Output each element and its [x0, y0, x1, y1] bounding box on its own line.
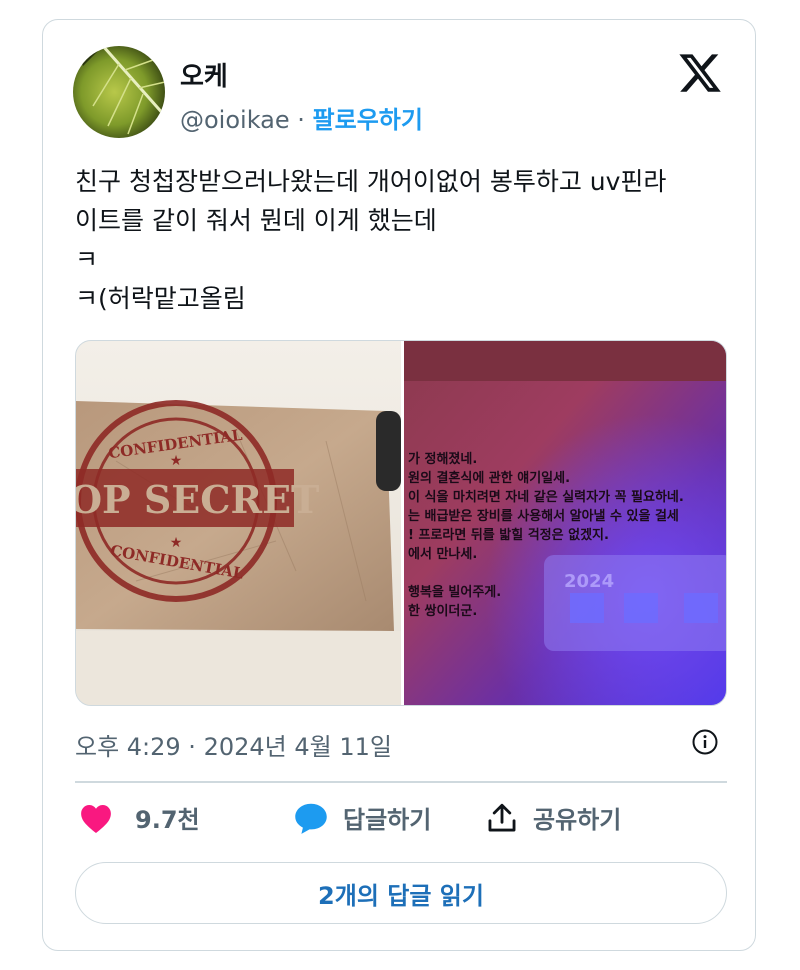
heart-icon [81, 804, 111, 833]
media-image-uv-letter[interactable]: 2024 가 정해졌네. 원의 결혼식에 관한 얘기일세. 이 식을 마치려면 … [404, 341, 726, 705]
speech-bubble-icon [295, 803, 327, 834]
uv-line-2: 원의 결혼식에 관한 얘기일세. [408, 470, 570, 486]
avatar[interactable] [73, 46, 165, 138]
share-button[interactable]: 공유하기 [485, 800, 621, 835]
tweet-timestamp[interactable]: 오후 4:29 · 2024년 4월 11일 [75, 727, 392, 762]
user-handle[interactable]: @oioikae [180, 106, 290, 134]
like-count: 9.7천 [135, 806, 200, 834]
uv-line-8: 행복을 빌어주게. [408, 584, 501, 600]
media-grid: TOP SECRET CONFIDENTIAL CONFIDENTIAL ★ ★ [75, 340, 727, 706]
reply-button[interactable]: 답글하기 [293, 800, 431, 835]
info-icon[interactable] [691, 728, 719, 756]
display-name[interactable]: 오케 [180, 56, 228, 93]
tweet-card: 오케 @oioikae · 팔로우하기 친구 청첩장받으러나왔는데 개어이없어 … [42, 19, 756, 951]
uv-line-5: ! 프로라면 뒤를 밟힐 걱정은 없겠지. [408, 527, 609, 543]
tweet-text: 친구 청첩장받으러나왔는데 개어이없어 봉투하고 uv핀라 이트를 같이 줘서 … [75, 167, 667, 313]
like-button[interactable]: 9.7천 [79, 800, 200, 835]
follow-button[interactable]: 팔로우하기 [313, 106, 423, 134]
svg-text:★: ★ [170, 535, 183, 551]
handle-separator: · [289, 106, 313, 134]
x-logo-icon[interactable] [677, 50, 723, 96]
media-image-envelope[interactable]: TOP SECRET CONFIDENTIAL CONFIDENTIAL ★ ★ [76, 341, 401, 705]
handle-row: @oioikae · 팔로우하기 [180, 100, 423, 135]
uv-line-4: 는 배급받은 장비를 사용해서 알아낼 수 있을 걸세 [408, 508, 679, 524]
uv-line-6: 에서 만나세. [408, 546, 477, 562]
uv-line-9: 한 쌍이더군. [408, 603, 477, 619]
uv-line-1: 가 정해졌네. [408, 451, 477, 467]
reply-label: 답글하기 [343, 806, 432, 834]
share-upload-icon [488, 803, 516, 831]
uv-line-3: 이 식을 마치려면 자네 같은 실력자가 꼭 필요하네. [408, 489, 684, 505]
action-bar: 9.7천 답글하기 공유하기 [75, 800, 727, 844]
svg-text:★: ★ [170, 453, 183, 469]
read-replies-button[interactable]: 2개의 답글 읽기 [75, 862, 727, 924]
card-year-text: 2024 [564, 571, 614, 592]
stamp-main-text: TOP SECRET [76, 477, 319, 522]
share-label: 공유하기 [533, 806, 622, 834]
divider [75, 781, 727, 783]
